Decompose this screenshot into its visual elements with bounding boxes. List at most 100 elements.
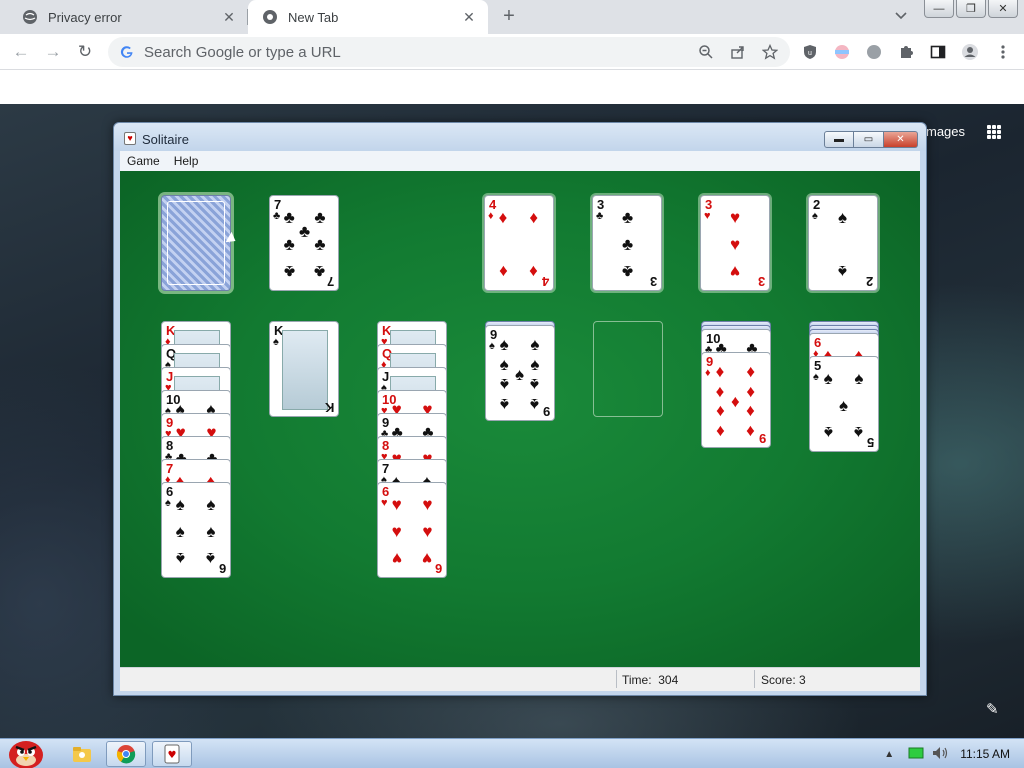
suit-pip-icon: ♠ (499, 375, 509, 395)
card-pips: ♠ ♠ (823, 206, 867, 284)
chrome-taskbar-icon[interactable] (106, 741, 146, 767)
pencil-edit-icon[interactable]: ✎ (986, 700, 999, 718)
ublock-shield-icon[interactable]: u (801, 43, 819, 61)
network-icon[interactable] (908, 746, 924, 763)
close-tab-icon[interactable]: ✕ (460, 8, 478, 26)
new-tab-button[interactable]: + (498, 6, 520, 28)
suit-pip-icon: ♠ (854, 368, 864, 388)
apps-grid-icon[interactable] (987, 125, 1001, 139)
suit-pip-icon: ♠ (838, 262, 848, 282)
back-arrow-icon[interactable]: ← (10, 41, 32, 63)
stock-pile[interactable] (161, 195, 231, 291)
address-input[interactable] (144, 43, 664, 61)
tab-strip: Privacy error ✕ New Tab ✕ + — ❐ ✕ (0, 0, 1024, 34)
suit-pip-icon: ♦ (715, 402, 725, 422)
start-button[interactable] (4, 733, 48, 768)
zoom-icon[interactable] (698, 44, 714, 60)
playing-card[interactable]: 2 ♠ ♠ ♠ 2 (808, 195, 878, 291)
card-pips: ♠ ♠ ♠ ♠ ♠ ♠ (176, 493, 220, 571)
playing-card[interactable]: 3 ♣ ♣ ♣ ♣ 3 (592, 195, 662, 291)
suit-pip-icon: ♠ (175, 522, 185, 541)
suit-pip-icon: ♦ (746, 402, 756, 422)
reload-icon[interactable]: ↻ (74, 41, 96, 63)
solitaire-maximize-button[interactable]: ▭ (854, 131, 884, 148)
card-suit-icon: ♠ (489, 340, 495, 352)
images-link[interactable]: mages (926, 124, 965, 139)
suit-pip-icon: ♥ (422, 494, 433, 514)
solitaire-minimize-button[interactable]: ▬ (824, 131, 854, 148)
playing-card[interactable]: 6 ♠ ♠ ♠ ♠ ♠ ♠ ♠ 6 (161, 482, 231, 578)
solitaire-close-button[interactable]: ✕ (884, 131, 918, 148)
suit-pip-icon: ♣ (314, 207, 326, 227)
playing-card[interactable]: 7 ♣ ♣ ♣ ♣ ♣ ♣ ♣ ♣ 7 (269, 195, 339, 291)
empty-tableau-slot[interactable] (593, 321, 663, 417)
close-tab-icon[interactable]: ✕ (220, 8, 238, 26)
playing-card[interactable]: 3 ♥ ♥ ♥ ♥ 3 (700, 195, 770, 291)
share-icon[interactable] (730, 44, 746, 60)
playing-card[interactable]: 5 ♠ ♠ ♠ ♠ ♠ ♠ 5 (809, 356, 879, 452)
playing-card[interactable]: 4 ♦ ♦ ♦ ♦ ♦ 4 (484, 195, 554, 291)
solitaire-window-controls: ▬ ▭ ✕ (824, 131, 918, 148)
close-window-button[interactable]: ✕ (988, 0, 1018, 18)
card-pips: ♣ ♣ ♣ (607, 206, 651, 284)
solitaire-window: ♥ Solitaire ▬ ▭ ✕ Game Help 7 ♣ ♣ ♣ ♣ ♣ ♣ ♣ ♣ 7 4 ♦… (113, 122, 927, 696)
suit-pip-icon: ♠ (515, 365, 525, 384)
solitaire-taskbar-icon[interactable]: ♥ (152, 741, 192, 767)
flag-extension-icon[interactable] (833, 43, 851, 61)
suit-pip-icon: ♥ (422, 549, 433, 569)
card-suit-icon: ♠ (165, 497, 171, 509)
omnibox[interactable] (108, 37, 790, 67)
google-g-icon (120, 45, 134, 59)
forward-arrow-icon[interactable]: → (42, 41, 64, 63)
file-explorer-icon[interactable] (62, 741, 102, 767)
suit-pip-icon: ♥ (730, 207, 741, 227)
restore-button[interactable]: ❐ (956, 0, 986, 18)
score-value: 3 (799, 673, 806, 687)
taskbar-clock[interactable]: 11:15 AM (960, 747, 1010, 761)
suit-pip-icon: ♠ (530, 335, 540, 355)
bookmark-star-icon[interactable] (761, 43, 779, 60)
suit-pip-icon: ♦ (498, 207, 508, 227)
suit-pip-icon: ♠ (530, 354, 540, 374)
globe-icon (22, 9, 38, 25)
minimize-button[interactable]: — (924, 0, 954, 18)
score-display: Score: 3 (761, 673, 806, 687)
playing-card[interactable]: 9 ♦ ♦ ♦ ♦ ♦ ♦ ♦ ♦ ♦ ♦ 9 (701, 352, 771, 448)
tab-new-tab[interactable]: New Tab ✕ (248, 0, 488, 34)
suit-pip-icon: ♠ (838, 207, 848, 227)
puzzle-extensions-icon[interactable] (897, 43, 915, 61)
suit-pip-icon: ♠ (206, 549, 216, 569)
solitaire-titlebar[interactable]: ♥ Solitaire ▬ ▭ ✕ (114, 123, 926, 151)
card-suit-icon: ♦ (705, 367, 711, 379)
side-panel-icon[interactable] (929, 43, 947, 61)
profile-avatar-icon[interactable] (961, 43, 979, 61)
tab-privacy-error[interactable]: Privacy error ✕ (8, 0, 248, 34)
card-rank: 5 (866, 435, 874, 450)
playing-card[interactable]: 6 ♥ ♥ ♥ ♥ ♥ ♥ ♥ 6 (377, 482, 447, 578)
menu-game[interactable]: Game (120, 154, 167, 168)
show-hidden-icons-icon[interactable]: ▲ (884, 749, 894, 760)
suit-pip-icon: ♠ (206, 522, 216, 541)
card-pips: ♦ ♦ ♦ ♦ (499, 206, 543, 284)
suit-pip-icon: ♦ (715, 421, 725, 441)
suit-pip-icon: ♥ (391, 522, 402, 541)
tab-search-chevron-icon[interactable] (894, 8, 914, 28)
kebab-menu-icon[interactable] (994, 43, 1012, 61)
menu-bar: Game Help (120, 151, 920, 171)
suit-pip-icon: ♣ (314, 235, 326, 254)
menu-help[interactable]: Help (167, 154, 206, 168)
suit-pip-icon: ♠ (206, 494, 216, 514)
volume-icon[interactable] (932, 746, 950, 763)
suit-pip-icon: ♦ (746, 421, 756, 441)
suit-pip-icon: ♣ (622, 235, 634, 254)
suit-pip-icon: ♦ (746, 381, 756, 401)
extension-bubble-icon[interactable] (865, 43, 883, 61)
suit-pip-icon: ♣ (622, 207, 634, 227)
card-suit-icon: ♦ (488, 210, 494, 222)
playing-card[interactable]: 9 ♠ ♠ ♠ ♠ ♠ ♠ ♠ ♠ ♠ ♠ 9 (485, 325, 555, 421)
playing-card[interactable]: K ♠ K (269, 321, 339, 417)
suit-pip-icon: ♥ (730, 235, 741, 254)
card-rank: 6 (218, 561, 226, 576)
face-card-art (282, 330, 328, 410)
suit-pip-icon: ♠ (823, 368, 833, 388)
